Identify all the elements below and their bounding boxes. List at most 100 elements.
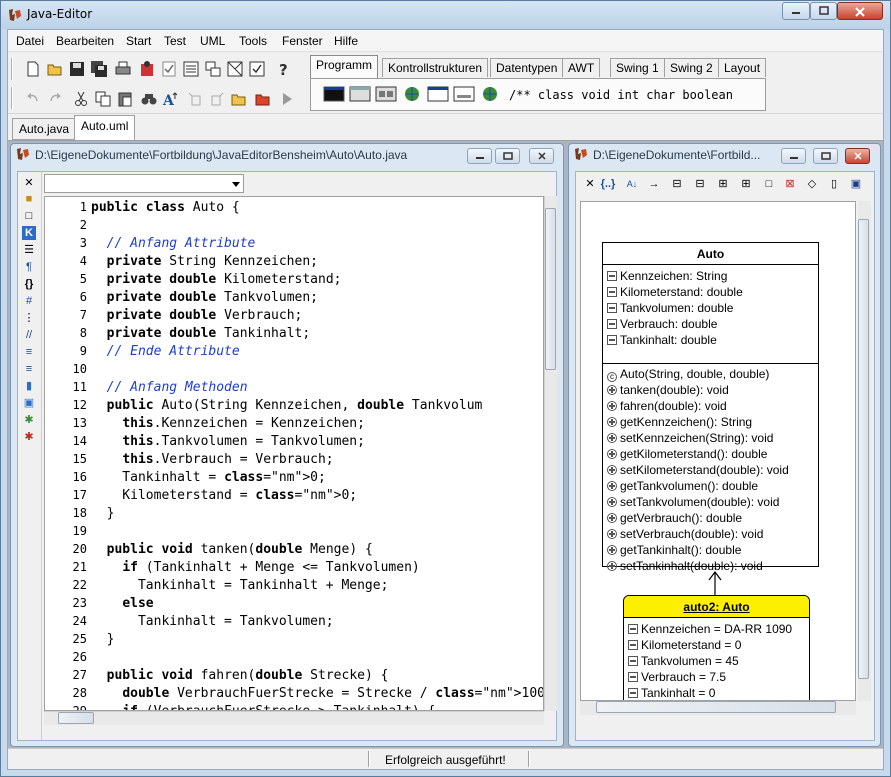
code-line[interactable]: 14 this.Tankvolumen = Tankvolumen;	[45, 432, 365, 450]
class-k-icon[interactable]: K	[22, 226, 36, 240]
bookmark-goto-icon[interactable]	[254, 90, 272, 108]
help-icon[interactable]: ?	[274, 60, 292, 78]
code-line[interactable]: 8 private double Tankinhalt;	[45, 324, 310, 342]
menu-fenster[interactable]: Fenster	[282, 34, 323, 48]
paragraph-icon[interactable]: ¶	[22, 260, 36, 274]
undo-icon[interactable]	[24, 90, 42, 108]
uml-object-field[interactable]: Kennzeichen = DA-RR 1090	[628, 621, 792, 637]
new-file-icon[interactable]	[24, 60, 42, 78]
frame-icon[interactable]	[349, 85, 371, 103]
square-icon[interactable]: □	[761, 176, 777, 192]
sort-az-icon[interactable]: A↓	[624, 176, 640, 192]
redo-icon[interactable]	[46, 90, 64, 108]
uml-method[interactable]: getKennzeichen(): String	[607, 414, 752, 430]
menu-uml[interactable]: UML	[200, 34, 225, 48]
check-syntax-icon[interactable]	[160, 60, 178, 78]
uml-object-field[interactable]: Tankvolumen = 45	[628, 653, 739, 669]
menu-test[interactable]: Test	[164, 34, 186, 48]
table-icon[interactable]: ☰	[22, 243, 36, 257]
uml-method[interactable]: getTankinhalt(): double	[607, 542, 741, 558]
close-icon[interactable]: ✕	[582, 176, 598, 192]
dialog-icon[interactable]	[427, 85, 449, 103]
tab-layout[interactable]: Layout	[718, 58, 767, 77]
close-icon[interactable]: ✕	[22, 176, 36, 190]
uml-method[interactable]: setTankvolumen(double): void	[607, 494, 779, 510]
tab-awt[interactable]: AWT	[562, 58, 601, 77]
uml-method[interactable]: setTankinhalt(double): void	[607, 558, 763, 574]
save-icon[interactable]	[68, 60, 86, 78]
braces-icon[interactable]: {}	[22, 277, 36, 291]
uml-restore-button[interactable]	[813, 148, 838, 164]
collapse-icon[interactable]: ⊟	[669, 176, 685, 192]
scroll-thumb[interactable]	[858, 219, 869, 679]
code-line[interactable]: 13 this.Kennzeichen = Kennzeichen;	[45, 414, 365, 432]
checklist-icon[interactable]	[248, 60, 266, 78]
delete-icon[interactable]: ⊠	[782, 176, 798, 192]
code-line[interactable]: 27 public void fahren(double Strecke) {	[45, 666, 389, 684]
paste-icon[interactable]	[116, 90, 134, 108]
unindent-icon[interactable]: ≡	[22, 362, 36, 376]
code-editor[interactable]: 1 public class Auto {2 3 // Anfang Attribu…	[44, 196, 544, 711]
code-line[interactable]: 16 Tankinhalt = class="nm">0;	[45, 468, 326, 486]
jdialog-icon[interactable]	[453, 85, 475, 103]
editor-close-button[interactable]	[529, 148, 554, 164]
menu-bearbeiten[interactable]: Bearbeiten	[56, 34, 114, 48]
uml-method[interactable]: getVerbrauch(): double	[607, 510, 742, 526]
uml-object-field[interactable]: Tankinhalt = 0	[628, 685, 715, 700]
uml-method[interactable]: getTankvolumen(): double	[607, 478, 758, 494]
code-line[interactable]: 22 Tankinhalt = Tankinhalt + Menge;	[45, 576, 389, 594]
expand-icon[interactable]: ⊞	[738, 176, 754, 192]
editor-minimize-button[interactable]	[467, 148, 492, 164]
indent-icon[interactable]: ≡	[22, 345, 36, 359]
diamond-icon[interactable]: ◇	[804, 176, 820, 192]
code-line[interactable]: 1 public class Auto {	[45, 198, 240, 216]
uml-attribute[interactable]: Tankinhalt: double	[607, 332, 717, 348]
uml-vertical-scrollbar[interactable]	[858, 201, 871, 701]
bookmark-set-icon[interactable]	[230, 90, 248, 108]
code-line[interactable]: 7 private double Verbrauch;	[45, 306, 303, 324]
menu-datei[interactable]: Datei	[16, 34, 44, 48]
tab-kontrollstrukturen[interactable]: Kontrollstrukturen	[382, 58, 489, 77]
comment-icon[interactable]: //	[22, 328, 36, 342]
tab-swing-2[interactable]: Swing 2	[664, 58, 719, 77]
uml-constructor[interactable]: c Auto(String, double, double)	[607, 366, 769, 382]
uml-object-field[interactable]: Kilometerstand = 0	[628, 637, 741, 653]
code-line[interactable]: 29 if (VerbrauchFuerStrecke > Tankinhalt…	[45, 702, 436, 710]
code-line[interactable]: 24 Tankinhalt = Tankvolumen;	[45, 612, 334, 630]
uml-object-box[interactable]: auto2: Auto Kennzeichen = DA-RR 1090 Kilo…	[623, 595, 810, 700]
open-folder-icon[interactable]	[46, 60, 64, 78]
uml-method[interactable]: setVerbrauch(double): void	[607, 526, 763, 542]
code-line[interactable]: 9 // Ende Attribute	[45, 342, 240, 360]
menu-start[interactable]: Start	[126, 34, 151, 48]
doc-tab-auto-uml[interactable]: Auto.uml	[74, 115, 136, 140]
close-button[interactable]	[837, 2, 883, 20]
windows-icon[interactable]	[204, 60, 222, 78]
structogram-icon[interactable]	[226, 60, 244, 78]
editor-vertical-scrollbar[interactable]	[544, 196, 557, 711]
hash-icon[interactable]: #	[22, 294, 36, 308]
title-bar[interactable]: Java-Editor	[1, 1, 890, 29]
code-line[interactable]: 26	[45, 648, 91, 666]
arrow-right-icon[interactable]: →	[646, 176, 662, 192]
code-line[interactable]: 25 }	[45, 630, 115, 648]
uml-method[interactable]: fahren(double): void	[607, 398, 727, 414]
editor-restore-button[interactable]	[495, 148, 520, 164]
uml-method[interactable]: setKilometerstand(double): void	[607, 462, 789, 478]
page-icon[interactable]: ▯	[826, 176, 842, 192]
unindent-icon[interactable]	[208, 90, 226, 108]
folder-icon[interactable]: ■	[22, 192, 36, 206]
class-editor-icon[interactable]	[182, 60, 200, 78]
scroll-thumb[interactable]	[596, 701, 836, 713]
scroll-thumb[interactable]	[545, 208, 556, 370]
uml-attribute[interactable]: Kilometerstand: double	[607, 284, 743, 300]
dialog-icon[interactable]: ▣	[22, 396, 36, 410]
selection-icon[interactable]: □	[22, 209, 36, 223]
uml-close-button[interactable]	[845, 148, 870, 164]
maximize-button[interactable]	[810, 2, 837, 20]
tab-swing-1[interactable]: Swing 1	[610, 58, 665, 77]
code-line[interactable]: 21 if (Tankinhalt + Menge <= Tankvolumen…	[45, 558, 420, 576]
code-line[interactable]: 17 Kilometerstand = class="nm">0;	[45, 486, 358, 504]
code-line[interactable]: 23 else	[45, 594, 154, 612]
grid-icon[interactable]: ⊞	[715, 176, 731, 192]
find-icon[interactable]	[140, 90, 158, 108]
